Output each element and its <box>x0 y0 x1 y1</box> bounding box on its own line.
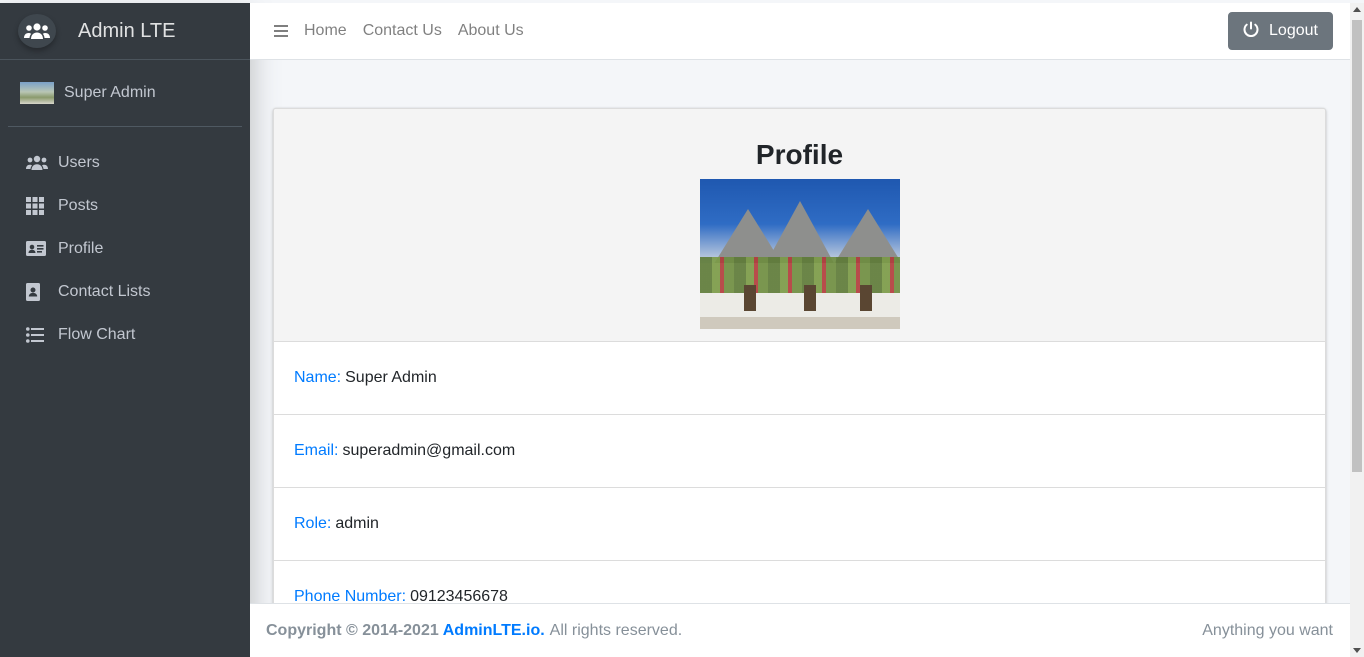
list-icon <box>26 326 50 344</box>
profile-card-header: Profile <box>274 109 1325 342</box>
logout-button[interactable]: Logout <box>1228 12 1333 50</box>
scroll-down-arrow-icon[interactable] <box>1353 648 1361 653</box>
logout-label: Logout <box>1269 22 1318 39</box>
sidebar-item-label: Users <box>58 153 100 171</box>
field-label: Name: <box>294 369 342 386</box>
user-panel[interactable]: Super Admin <box>8 60 242 127</box>
brand-title: Admin LTE <box>78 19 176 42</box>
sidebar-nav: Users Posts Profile Contact Lists Flow C… <box>0 127 250 356</box>
sidebar-item-label: Posts <box>58 196 99 214</box>
hamburger-menu-icon[interactable] <box>274 25 288 37</box>
sidebar-item-profile[interactable]: Profile <box>0 227 250 270</box>
brand-link[interactable]: Admin LTE <box>0 3 250 60</box>
field-value: superadmin@gmail.com <box>342 442 516 459</box>
profile-card: Profile Name: Super Admin Email: superad… <box>273 108 1326 628</box>
users-group-icon <box>18 14 56 48</box>
footer-copyright: Copyright © 2014-2021 <box>266 621 439 639</box>
profile-field-name: Name: Super Admin <box>274 342 1325 415</box>
nav-link-contact-us[interactable]: Contact Us <box>363 22 442 40</box>
user-name: Super Admin <box>64 84 156 101</box>
footer: Copyright © 2014-2021 AdminLTE.io. All r… <box>250 603 1350 657</box>
profile-image <box>699 179 900 329</box>
field-label: Email: <box>294 442 339 459</box>
grid-icon <box>26 196 50 215</box>
users-icon <box>26 154 50 172</box>
sidebar-item-users[interactable]: Users <box>0 141 250 184</box>
sidebar-item-contact-lists[interactable]: Contact Lists <box>0 270 250 313</box>
power-icon <box>1243 21 1259 42</box>
sidebar-item-label: Flow Chart <box>58 325 136 343</box>
sidebar-item-flow-chart[interactable]: Flow Chart <box>0 313 250 356</box>
address-book-icon <box>26 282 50 301</box>
sidebar: Admin LTE Super Admin Users Posts Profil… <box>0 3 250 657</box>
footer-right-text: Anything you want <box>1202 621 1333 639</box>
nav-link-about-us[interactable]: About Us <box>458 22 524 40</box>
avatar <box>20 82 54 104</box>
field-value: Super Admin <box>345 369 437 386</box>
nav-link-home[interactable]: Home <box>304 22 347 40</box>
field-label: Role: <box>294 515 332 532</box>
page-scrollbar[interactable] <box>1350 3 1364 657</box>
sidebar-item-label: Profile <box>58 239 104 257</box>
profile-field-email: Email: superadmin@gmail.com <box>274 415 1325 488</box>
field-value: admin <box>335 515 379 532</box>
sidebar-item-posts[interactable]: Posts <box>0 184 250 227</box>
footer-brand-link[interactable]: AdminLTE.io. <box>443 622 545 640</box>
scroll-up-arrow-icon[interactable] <box>1353 7 1361 12</box>
page-title: Profile <box>755 139 844 170</box>
profile-field-role: Role: admin <box>274 488 1325 561</box>
top-navbar: Home Contact Us About Us Logout <box>250 3 1350 60</box>
scroll-thumb[interactable] <box>1352 20 1362 472</box>
id-card-icon <box>26 240 50 258</box>
sidebar-item-label: Contact Lists <box>58 282 151 300</box>
footer-rights: All rights reserved. <box>549 621 683 639</box>
